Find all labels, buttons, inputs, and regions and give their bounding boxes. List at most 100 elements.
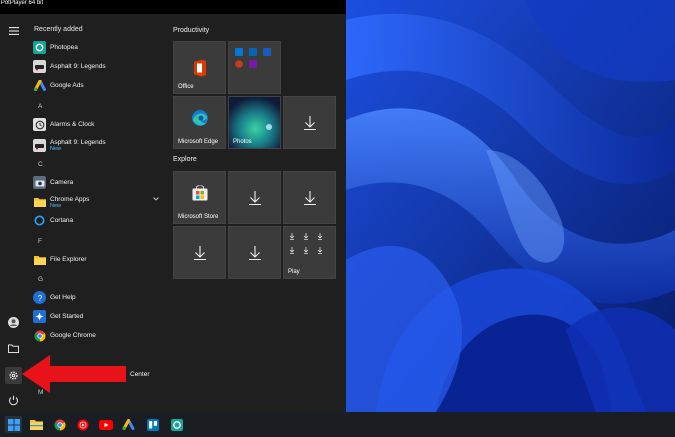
pinned-tiles-area: Productivity Office Microsoft Edge Photo… (165, 14, 346, 412)
youtube-music-icon (77, 419, 88, 430)
power-icon (8, 395, 19, 406)
desktop-icon-label[interactable]: PotPlayer 64 bit (0, 0, 44, 7)
letter-header-m[interactable]: M (38, 389, 43, 396)
office-apps-icon (235, 48, 271, 68)
app-label: Google Chrome (50, 332, 96, 339)
power-button[interactable] (5, 392, 22, 409)
app-item-get-help[interactable]: ? Get Help (33, 289, 161, 306)
photopea-icon (170, 418, 183, 431)
asphalt-icon (33, 60, 46, 73)
tile-download-5[interactable] (228, 226, 281, 279)
app-item-alarms-clock[interactable]: Alarms & Clock (33, 116, 161, 133)
app-label: Alarms & Clock (50, 121, 95, 128)
cortana-icon (33, 214, 46, 227)
chevron-down-icon (153, 197, 159, 201)
new-badge: New (50, 145, 62, 152)
app-item-file-explorer[interactable]: File Explorer (33, 251, 161, 268)
google-ads-icon (33, 79, 46, 92)
start-button[interactable] (5, 416, 22, 433)
desktop-wallpaper (346, 0, 675, 412)
tile-label: Microsoft Edge (178, 139, 219, 145)
bloom-wallpaper-image (346, 0, 675, 412)
app-item-chrome-apps[interactable]: Chrome Apps New (33, 192, 161, 212)
tile-download-4[interactable] (173, 226, 226, 279)
user-avatar-icon (8, 317, 19, 328)
letter-header-c[interactable]: C (38, 161, 43, 168)
taskbar-photopea[interactable] (168, 416, 185, 433)
google-ads-icon (122, 419, 135, 430)
play-folder-download-icons (289, 233, 323, 254)
trello-icon (146, 418, 159, 431)
store-icon (192, 185, 207, 201)
download-icon (248, 190, 261, 205)
documents-button[interactable] (5, 340, 22, 357)
new-badge: New (50, 202, 62, 209)
taskbar-chrome[interactable] (51, 416, 68, 433)
youtube-icon (98, 419, 113, 430)
taskbar-youtube[interactable] (97, 416, 114, 433)
download-icon (248, 245, 261, 260)
app-item-photopea[interactable]: Photopea (33, 39, 161, 56)
app-item-cortana[interactable]: Cortana (33, 212, 161, 229)
gear-icon (9, 371, 18, 380)
app-item-camera[interactable]: Camera (33, 174, 161, 191)
tile-photos[interactable]: Photos (228, 96, 281, 149)
download-icon (303, 190, 316, 205)
app-label: Get Started (50, 313, 84, 320)
folder-icon (8, 344, 19, 353)
tile-label: Microsoft Store (178, 214, 219, 220)
app-item-get-started[interactable]: Get Started (33, 308, 161, 325)
photopea-icon (33, 41, 46, 54)
windows-logo-icon (7, 418, 20, 431)
tile-download-3[interactable] (283, 171, 336, 224)
asphalt-icon (33, 138, 46, 152)
user-account-button[interactable] (5, 314, 22, 331)
file-explorer-icon (33, 253, 46, 266)
app-label: File Explorer (50, 256, 87, 263)
tile-label: Office (178, 84, 194, 90)
taskbar-google-ads[interactable] (120, 416, 137, 433)
letter-header-a[interactable]: A (38, 103, 42, 110)
expand-menu-button[interactable] (5, 22, 22, 39)
download-icon (193, 245, 206, 260)
taskbar-trello[interactable] (144, 416, 161, 433)
start-left-rail (0, 14, 27, 412)
tile-office-apps-folder[interactable] (228, 41, 281, 94)
tile-label: Play (288, 269, 300, 275)
app-item-google-chrome[interactable]: Google Chrome (33, 327, 161, 344)
chrome-icon (53, 419, 66, 430)
app-item-google-ads[interactable]: Google Ads (33, 77, 161, 94)
folder-icon (30, 420, 43, 430)
app-label: Photopea (50, 44, 78, 51)
get-started-icon (33, 310, 46, 323)
app-label: Camera (50, 179, 74, 186)
app-item-asphalt[interactable]: Asphalt 9: Legends (33, 58, 161, 75)
svg-text:?: ? (37, 294, 42, 302)
tile-office[interactable]: Office (173, 41, 226, 94)
get-help-icon: ? (33, 291, 46, 304)
app-label: Chrome Apps (50, 195, 90, 203)
tile-play-folder[interactable]: Play (283, 226, 336, 279)
recently-added-heading: Recently added (34, 26, 83, 33)
tile-download-2[interactable] (228, 171, 281, 224)
taskbar-file-explorer[interactable] (28, 416, 45, 433)
tile-microsoft-store[interactable]: Microsoft Store (173, 171, 226, 224)
app-label: Asphalt 9: Legends (50, 63, 106, 70)
letter-header-f[interactable]: F (38, 238, 42, 245)
app-label: Google Ads (50, 82, 84, 89)
app-item-asphalt-9[interactable]: Asphalt 9: Legends New (33, 135, 161, 155)
alarm-clock-icon (33, 118, 46, 131)
settings-button[interactable] (5, 367, 22, 384)
app-label: Cortana (50, 217, 74, 224)
tile-group-productivity[interactable]: Productivity (173, 27, 209, 34)
all-apps-list: Recently added Photopea Asphalt 9: Legen… (27, 14, 165, 412)
folder-icon (33, 196, 46, 209)
taskbar-youtube-music[interactable] (74, 416, 91, 433)
tile-microsoft-edge[interactable]: Microsoft Edge (173, 96, 226, 149)
tile-group-explore[interactable]: Explore (173, 156, 197, 163)
edge-icon (191, 110, 208, 127)
tile-download-1[interactable] (283, 96, 336, 149)
taskbar (0, 412, 675, 437)
office-icon (193, 59, 206, 76)
letter-header-g[interactable]: G (38, 276, 43, 283)
